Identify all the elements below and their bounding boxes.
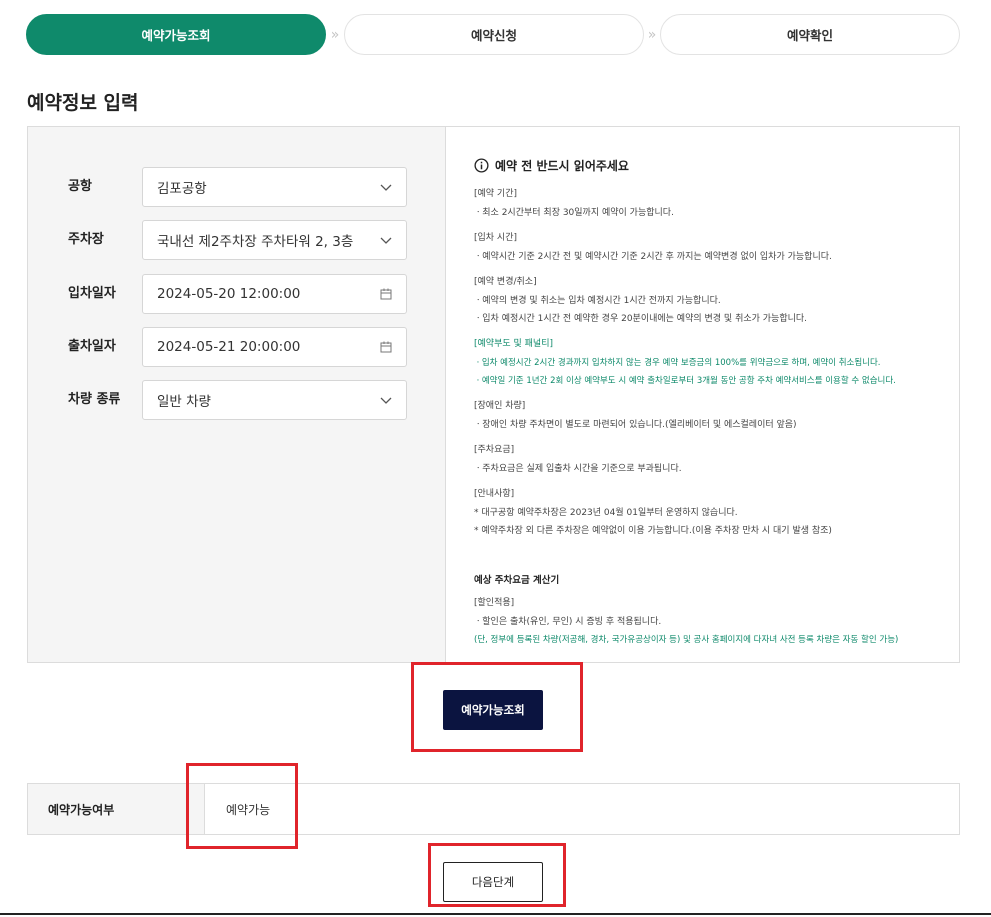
highlight-box	[186, 763, 298, 849]
notice-area: 예약 전 반드시 읽어주세요 [예약 기간] ㆍ최소 2시간부터 최장 30일까…	[447, 127, 959, 662]
vehicle-type-label: 차량 종류	[68, 392, 121, 407]
step-application[interactable]: 예약신청	[344, 14, 644, 55]
notice-heading: [입차 시간]	[474, 233, 518, 243]
vehicle-type-select[interactable]: 일반 차량	[142, 380, 407, 420]
notice-title-text: 예약 전 반드시 읽어주세요	[495, 159, 629, 173]
divider	[0, 913, 991, 915]
notice-fee: [주차요금] ㆍ주차요금은 실제 입출차 시간을 기준으로 부과됩니다.	[474, 443, 959, 478]
parking-select[interactable]: 국내선 제2주차장 주차타워 2, 3층	[142, 220, 407, 260]
notice-entry-time: [입차 시간] ㆍ예약시간 기준 2시간 전 및 예약시간 기준 2시간 후 까…	[474, 231, 959, 266]
exit-date-value: 2024-05-21 20:00:00	[157, 339, 301, 355]
entry-date-label: 입차일자	[68, 286, 116, 301]
airport-label: 공항	[68, 179, 92, 194]
reservation-panel: 공항 김포공항 주차장 국내선 제2주차장 주차타워 2, 3층 입차일자 20…	[27, 126, 960, 663]
notice-heading: [예약 기간]	[474, 189, 518, 199]
availability-label: 예약가능여부	[28, 784, 205, 834]
chevron-down-icon	[380, 184, 392, 191]
entry-date-row: 입차일자 2024-05-20 12:00:00	[28, 274, 446, 314]
parking-row: 주차장 국내선 제2주차장 주차타워 2, 3층	[28, 220, 446, 260]
notice-penalty: [예약부도 및 패널티] ㆍ입차 예정시간 2시간 경과까지 입차하지 않는 경…	[474, 337, 959, 390]
notice-line: ㆍ예약의 변경 및 취소는 입차 예정시간 1시간 전까지 가능합니다.	[474, 296, 721, 306]
airport-value: 김포공항	[157, 181, 207, 197]
fee-calculator-title: 예상 주차요금 계산기	[474, 575, 560, 586]
highlight-box	[411, 662, 583, 752]
notice-heading: [안내사항]	[474, 489, 515, 499]
notice-line: ㆍ입차 예정시간 1시간 전 예약한 경우 20분이내에는 예약의 변경 및 취…	[474, 314, 808, 324]
airport-select[interactable]: 김포공항	[142, 167, 407, 207]
step-confirmation[interactable]: 예약확인	[660, 14, 960, 55]
discount-line: ㆍ할인은 출차(유인, 무인) 시 증빙 후 적용됩니다.	[474, 617, 662, 627]
step-arrow-icon: »	[330, 26, 340, 43]
notice-line: ㆍ예약일 기준 1년간 2회 이상 예약부도 시 예약 출차일로부터 3개월 동…	[474, 376, 896, 386]
notice-period: [예약 기간] ㆍ최소 2시간부터 최장 30일까지 예약이 가능합니다.	[474, 187, 959, 222]
notice-heading: [예약부도 및 패널티]	[474, 339, 553, 349]
notice-disabled-vehicle: [장애인 차량] ㆍ장애인 차량 주차면이 별도로 마련되어 있습니다.(엘리베…	[474, 399, 959, 434]
discount-note: (단, 정부에 등록된 차량(저공해, 경차, 국가유공상이자 등) 및 공사 …	[474, 635, 899, 645]
notice-heading: [주차요금]	[474, 445, 515, 455]
exit-date-row: 출차일자 2024-05-21 20:00:00	[28, 327, 446, 367]
notice-heading: [장애인 차량]	[474, 401, 526, 411]
notice-line: ㆍ주차요금은 실제 입출차 시간을 기준으로 부과됩니다.	[474, 464, 682, 474]
reservation-form: 공항 김포공항 주차장 국내선 제2주차장 주차타워 2, 3층 입차일자 20…	[28, 127, 446, 662]
notice-change-cancel: [예약 변경/취소] ㆍ예약의 변경 및 취소는 입차 예정시간 1시간 전까지…	[474, 275, 959, 328]
notice-line: ㆍ예약시간 기준 2시간 전 및 예약시간 기준 2시간 후 까지는 예약변경 …	[474, 252, 832, 262]
entry-date-value: 2024-05-20 12:00:00	[157, 286, 301, 302]
page-title: 예약정보 입력	[27, 92, 139, 114]
notice-heading: [예약 변경/취소]	[474, 277, 537, 287]
exit-date-label: 출차일자	[68, 339, 116, 354]
step-arrow-icon: »	[647, 26, 657, 43]
notice-line: ㆍ장애인 차량 주차면이 별도로 마련되어 있습니다.(엘리베이터 및 에스컬레…	[474, 420, 797, 430]
info-icon	[474, 158, 489, 173]
notice-line: * 예약주차장 외 다른 주차장은 예약없이 이용 가능합니다.(이용 주차장 …	[474, 526, 832, 536]
parking-label: 주차장	[68, 232, 104, 247]
calendar-icon[interactable]	[378, 286, 394, 302]
notice-line: ㆍ입차 예정시간 2시간 경과까지 입차하지 않는 경우 예약 보증금의 100…	[474, 358, 881, 368]
airport-row: 공항 김포공항	[28, 167, 446, 207]
notice-line: ㆍ최소 2시간부터 최장 30일까지 예약이 가능합니다.	[474, 208, 674, 218]
notice-guide: [안내사항] * 대구공항 예약주차장은 2023년 04월 01일부터 운영하…	[474, 487, 959, 540]
availability-result: 예약가능여부 예약가능	[27, 783, 960, 835]
vehicle-type-value: 일반 차량	[157, 394, 211, 410]
notice-title: 예약 전 반드시 읽어주세요	[474, 157, 959, 174]
chevron-down-icon	[380, 237, 392, 244]
step-availability[interactable]: 예약가능조회	[26, 14, 326, 55]
entry-date-input[interactable]: 2024-05-20 12:00:00	[142, 274, 407, 314]
vehicle-type-row: 차량 종류 일반 차량	[28, 380, 446, 420]
reservation-steps: 예약가능조회 » 예약신청 » 예약확인	[26, 14, 960, 55]
parking-value: 국내선 제2주차장 주차타워 2, 3층	[157, 234, 354, 250]
highlight-box	[428, 843, 566, 907]
discount-heading: [할인적용]	[474, 598, 515, 608]
notice-line: * 대구공항 예약주차장은 2023년 04월 01일부터 운영하지 않습니다.	[474, 508, 738, 518]
calendar-icon[interactable]	[378, 339, 394, 355]
chevron-down-icon	[380, 397, 392, 404]
exit-date-input[interactable]: 2024-05-21 20:00:00	[142, 327, 407, 367]
